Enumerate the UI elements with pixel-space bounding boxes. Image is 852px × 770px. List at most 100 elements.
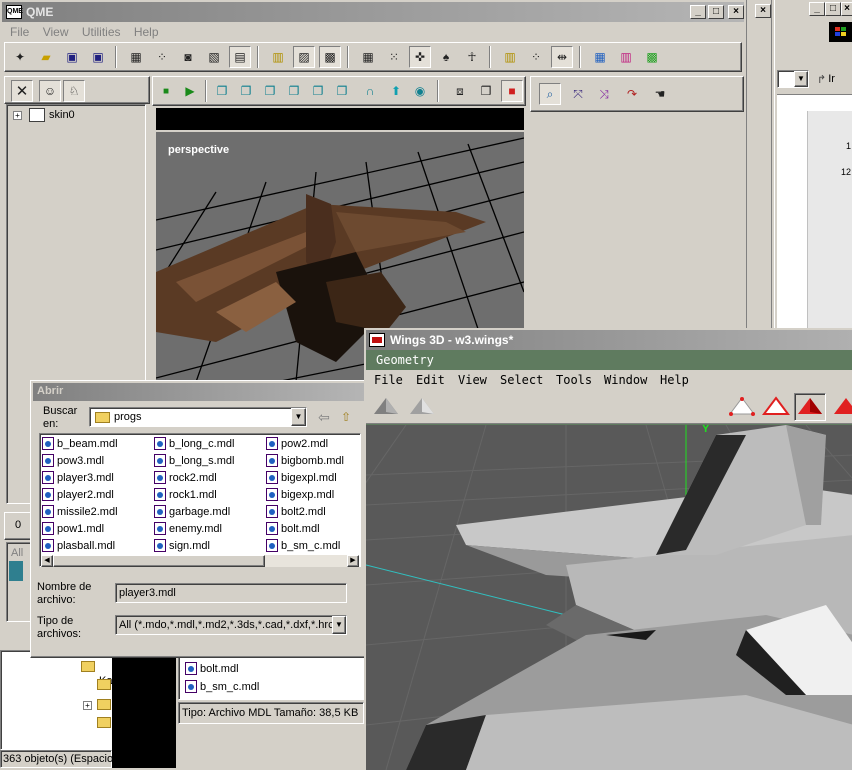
close-button[interactable]: × xyxy=(841,2,852,16)
file-list-item[interactable]: player2.mdl xyxy=(42,487,114,502)
file-list-item[interactable]: b_sm_c.mdl xyxy=(266,538,340,553)
file-list-item[interactable]: pow1.mdl xyxy=(42,521,104,536)
file-list-item[interactable]: bigexpl.mdl xyxy=(266,470,337,485)
file-list-item[interactable]: plasball.mdl xyxy=(42,538,115,553)
file-list-item[interactable]: b_long_c.mdl xyxy=(154,436,234,451)
menu-file[interactable]: File xyxy=(374,373,403,387)
file-list-item[interactable]: bolt2.mdl xyxy=(266,504,326,519)
address-dropdown[interactable]: ▼ xyxy=(777,70,809,88)
vertex-icon[interactable]: ⁘ xyxy=(151,46,173,68)
frame-icon[interactable]: ▥ xyxy=(267,46,289,68)
edge-mode-icon[interactable] xyxy=(762,396,790,418)
eye-icon[interactable]: ◉ xyxy=(409,80,431,102)
tree-item-skin0[interactable]: skin0 xyxy=(49,109,75,121)
box-view-3-icon[interactable]: ❐ xyxy=(259,80,281,102)
wings-viewport[interactable]: Y xyxy=(366,425,852,770)
expand-icon[interactable]: + xyxy=(13,111,22,120)
scroll-thumb[interactable] xyxy=(53,555,265,567)
file-list-item[interactable]: bigexp.mdl xyxy=(266,487,334,502)
dialog-title-bar[interactable]: Abrir xyxy=(33,383,365,401)
colors-icon[interactable]: ▩ xyxy=(641,46,663,68)
play-icon[interactable]: ▶ xyxy=(179,80,201,102)
flat-preview-icon[interactable] xyxy=(408,396,436,418)
skin-view-icon[interactable]: ▤ xyxy=(229,46,251,68)
scale-icon[interactable]: ↷ xyxy=(621,83,643,105)
menu-file[interactable]: File xyxy=(10,25,29,39)
file-list-item[interactable]: bigbomb.mdl xyxy=(266,453,344,468)
back-arrow-icon[interactable]: ⇦ xyxy=(313,406,335,428)
menu-view[interactable]: View xyxy=(458,373,487,387)
menu-tools[interactable]: Tools xyxy=(556,373,592,387)
menu-window[interactable]: Window xyxy=(604,373,647,387)
file-list-item[interactable]: player3.mdl xyxy=(42,470,114,485)
save-as-icon[interactable]: ▣ xyxy=(87,46,109,68)
body-mode-icon[interactable] xyxy=(832,396,852,418)
zoom-select-icon[interactable]: ⌕ xyxy=(539,83,561,105)
maximize-button[interactable]: □ xyxy=(708,5,724,19)
file-list-item[interactable]: b_long_s.mdl xyxy=(154,453,234,468)
menu-utilities[interactable]: Utilities xyxy=(82,25,121,39)
chevron-down-icon[interactable]: ▼ xyxy=(291,408,306,426)
expand-icon[interactable]: + xyxy=(83,701,92,710)
save-icon[interactable]: ▣ xyxy=(61,46,83,68)
panel-icon[interactable]: ▥ xyxy=(499,46,521,68)
filename-input[interactable]: player3.mdl xyxy=(115,583,347,603)
file-list-item[interactable]: garbage.mdl xyxy=(154,504,230,519)
textured-cube-icon[interactable]: ■ xyxy=(501,80,523,102)
wings-title-bar[interactable]: Wings 3D - w3.wings* xyxy=(366,330,852,350)
menu-select[interactable]: Select xyxy=(500,373,543,387)
wire-cube-icon[interactable]: ⧈ xyxy=(449,80,471,102)
solid-cube-icon[interactable]: ❒ xyxy=(475,80,497,102)
close-button[interactable]: × xyxy=(755,4,771,18)
vertex-mode-icon[interactable] xyxy=(728,396,756,418)
points-icon[interactable]: ⁙ xyxy=(383,46,405,68)
new-file-icon[interactable]: ✦ xyxy=(9,46,31,68)
move-vertex-icon[interactable]: ⤧ xyxy=(567,83,589,105)
figure-icon[interactable]: ♘ xyxy=(63,80,85,102)
delete-icon[interactable]: ✕ xyxy=(11,80,33,102)
file-list-scrollbar[interactable]: ◀ ▶ xyxy=(41,555,359,567)
explorer-tab[interactable]: All xyxy=(6,542,32,622)
restore-button[interactable]: _ xyxy=(809,2,825,16)
box-view-2-icon[interactable]: ❐ xyxy=(235,80,257,102)
hand-icon[interactable]: ☚ xyxy=(649,83,671,105)
filetype-select[interactable]: All (*.mdo,*.mdl,*.md2,*.3ds,*.cad,*.dxf… xyxy=(115,615,347,635)
close-button[interactable]: × xyxy=(728,5,744,19)
scroll-right-icon[interactable]: ▶ xyxy=(347,555,359,567)
maximize-button[interactable]: □ xyxy=(825,2,841,16)
chevron-down-icon[interactable]: ▼ xyxy=(332,616,346,634)
arrow-up-icon[interactable]: ⬆ xyxy=(385,80,407,102)
grid-color-icon[interactable]: ▦ xyxy=(589,46,611,68)
open-folder-icon[interactable]: ▰ xyxy=(35,46,57,68)
rotate-vertex-icon[interactable]: ⤨ xyxy=(593,83,615,105)
layout-icon[interactable]: ▦ xyxy=(357,46,379,68)
up-folder-icon[interactable]: ⇧ xyxy=(335,406,357,428)
file-list-item[interactable]: b_beam.mdl xyxy=(42,436,118,451)
box-view-1-icon[interactable]: ❐ xyxy=(211,80,233,102)
go-button[interactable]: ↱ Ir xyxy=(817,70,835,88)
qme-title-bar[interactable]: QME QME _ □ × xyxy=(2,2,744,22)
scroll-left-icon[interactable]: ◀ xyxy=(41,555,53,567)
menu-view[interactable]: View xyxy=(43,25,69,39)
view-grid-icon[interactable]: ▦ xyxy=(125,46,147,68)
image-view-icon[interactable]: ▨ xyxy=(293,46,315,68)
play-stop-icon[interactable]: ■ xyxy=(155,80,177,102)
arch-icon[interactable]: ∩ xyxy=(359,80,381,102)
paint-icon[interactable]: ♠ xyxy=(435,46,457,68)
palette-icon[interactable]: ▥ xyxy=(615,46,637,68)
box-view-6-icon[interactable]: ❐ xyxy=(331,80,353,102)
menu-edit[interactable]: Edit xyxy=(416,373,445,387)
face-mode-button[interactable] xyxy=(794,393,826,421)
split-icon[interactable]: ⇹ xyxy=(551,46,573,68)
file-list-item[interactable]: missile2.mdl xyxy=(42,504,118,519)
file-list-item[interactable]: pow3.mdl xyxy=(42,453,104,468)
folder-select[interactable]: progs ▼ xyxy=(89,407,307,427)
scatter-icon[interactable]: ⁘ xyxy=(525,46,547,68)
tools-icon[interactable]: ✜ xyxy=(409,46,431,68)
box-view-5-icon[interactable]: ❐ xyxy=(307,80,329,102)
file-list-item[interactable]: rock2.mdl xyxy=(154,470,217,485)
file-list-item[interactable]: enemy.mdl xyxy=(154,521,222,536)
camera-icon[interactable]: ◙ xyxy=(177,46,199,68)
file-list-item[interactable]: pow2.mdl xyxy=(266,436,328,451)
file-list-item[interactable]: sign.mdl xyxy=(154,538,210,553)
